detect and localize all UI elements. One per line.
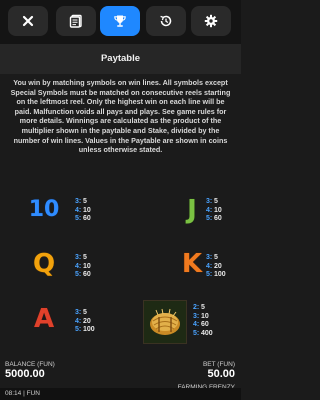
close-button[interactable] — [8, 6, 48, 36]
paytable-values-10: 3: 5 4: 10 5: 60 — [75, 198, 91, 223]
paytable-values-hay-bale: 2: 5 3: 10 4: 60 5: 400 — [193, 304, 213, 337]
page-title: Paytable — [0, 44, 241, 74]
bet-label: BET (FUN) — [202, 361, 235, 368]
balance-value: 5000.00 — [5, 368, 45, 380]
symbol-q-glyph: Q — [32, 249, 56, 279]
paytable-button[interactable] — [56, 6, 96, 36]
symbol-a: A — [28, 303, 60, 335]
paytable-values-j: 3: 5 4: 10 5: 60 — [206, 198, 222, 223]
hay-bale-icon — [144, 301, 186, 343]
history-icon — [160, 15, 172, 27]
symbol-hay-bale — [143, 300, 187, 344]
symbol-k-glyph: K — [181, 249, 203, 279]
paytable-icon — [69, 14, 82, 28]
top-toolbar — [0, 0, 241, 44]
bet-value: 50.00 — [207, 368, 235, 380]
symbol-a-glyph: A — [33, 304, 55, 334]
symbol-k: K — [176, 248, 208, 280]
settings-button[interactable] — [191, 6, 231, 36]
symbol-j: J — [176, 194, 208, 226]
clock-text: 08:14 | FUN — [5, 390, 40, 397]
symbol-10-glyph: 10 — [28, 197, 60, 222]
paytable-values-q: 3: 5 4: 10 5: 60 — [75, 254, 91, 279]
symbol-j-glyph: J — [187, 195, 197, 225]
paytable-values-k: 3: 5 4: 20 5: 100 — [206, 254, 226, 279]
history-button[interactable] — [146, 6, 186, 36]
gear-icon — [204, 14, 218, 28]
paytable-description: You win by matching symbols on win lines… — [10, 78, 231, 155]
trophy-icon — [114, 15, 126, 27]
balance-label: BALANCE (FUN) — [5, 361, 55, 368]
symbol-10: 10 — [28, 194, 60, 226]
trophy-button[interactable] — [100, 6, 140, 36]
symbol-q: Q — [28, 248, 60, 280]
close-icon — [22, 15, 34, 27]
paytable-values-a: 3: 5 4: 20 5: 100 — [75, 309, 95, 334]
